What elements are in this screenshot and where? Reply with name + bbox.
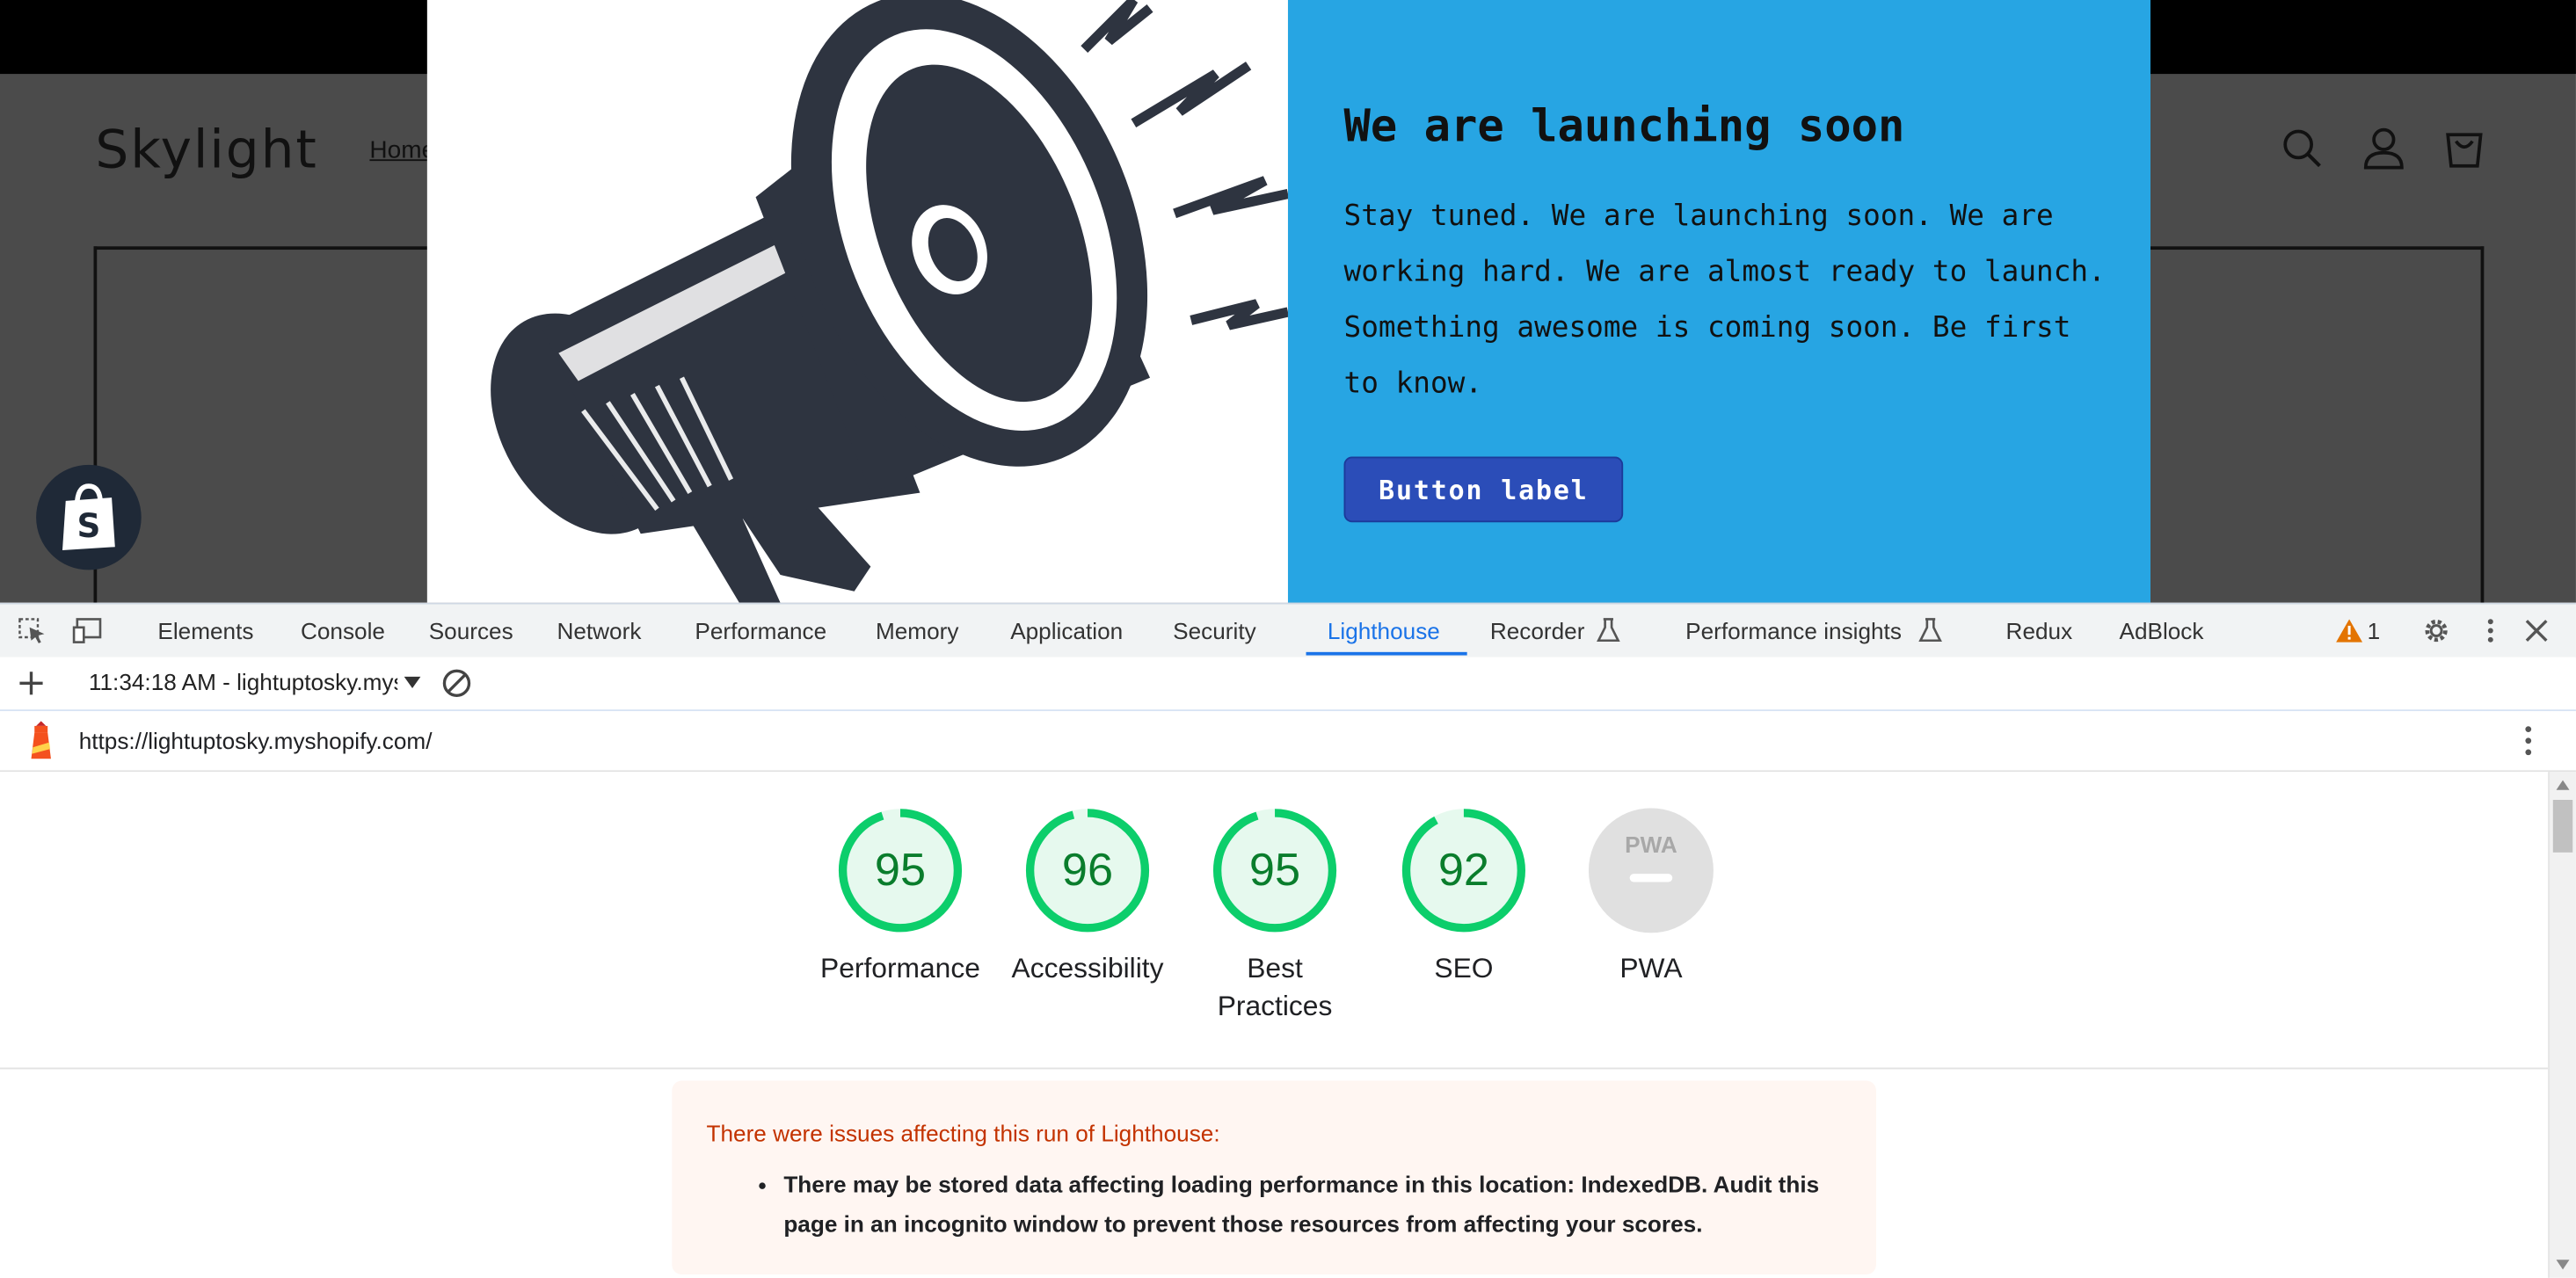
clear-icon[interactable] — [440, 667, 473, 700]
account-icon[interactable] — [2361, 125, 2406, 171]
gauge-label: PWA — [1619, 952, 1683, 984]
popup-cta-button[interactable]: Button label — [1343, 456, 1624, 523]
pwa-badge-text: PWA — [1625, 831, 1677, 858]
plus-icon[interactable] — [17, 670, 47, 696]
popup-text-panel: We are launching soon Stay tuned. We are… — [1287, 0, 2150, 603]
svg-text:S: S — [76, 506, 100, 545]
tab-sources[interactable]: Sources — [429, 605, 513, 657]
report-select[interactable]: 11:34:18 AM - lightuptosky.myshopify.com — [89, 669, 397, 699]
lighthouse-toolbar: 11:34:18 AM - lightuptosky.myshopify.com — [0, 657, 2576, 712]
gauge-best-practices[interactable]: 95 Best Practices — [1176, 808, 1373, 1025]
gauge-seo[interactable]: 92 SEO — [1365, 808, 1562, 987]
scroll-up-arrow-icon[interactable] — [2555, 779, 2572, 792]
score-value: 92 — [1437, 844, 1490, 896]
cart-icon[interactable] — [2441, 125, 2487, 171]
tab-security[interactable]: Security — [1173, 605, 1256, 657]
hero-frame-right — [2136, 246, 2485, 603]
shopify-bag-icon: S — [62, 483, 115, 550]
devtools-panel: Elements Console Sources Network Perform… — [0, 602, 2576, 1278]
gauge-label: Performance — [820, 952, 980, 984]
experiment-flask-icon — [1597, 618, 1620, 643]
gauge-pwa[interactable]: PWA PWA — [1553, 808, 1750, 987]
chevron-down-icon[interactable] — [403, 675, 422, 692]
megaphone-icon — [491, 0, 1288, 603]
nav-link-home[interactable]: Home — [369, 136, 435, 164]
score-ring: 95 — [1212, 808, 1337, 933]
gauge-label: Accessibility — [1011, 952, 1164, 984]
inspect-element-icon[interactable] — [18, 618, 48, 644]
report-scrollbar[interactable] — [2548, 772, 2576, 1278]
warning-count[interactable]: 1 — [2368, 605, 2381, 657]
tab-recorder[interactable]: Recorder — [1490, 605, 1585, 657]
more-options-icon[interactable] — [2514, 724, 2543, 757]
tab-adblock[interactable]: AdBlock — [2119, 605, 2203, 657]
close-icon[interactable] — [2521, 618, 2551, 644]
scrollbar-thumb[interactable] — [2552, 800, 2573, 853]
shopify-preview-badge[interactable]: S — [36, 464, 142, 570]
section-divider — [0, 1067, 2549, 1070]
score-value: 96 — [1061, 844, 1114, 896]
experiment-flask-icon — [1918, 618, 1942, 643]
runtime-warning-box: There were issues affecting this run of … — [672, 1080, 1876, 1275]
gauge-label: Best Practices — [1217, 952, 1333, 1022]
tab-network[interactable]: Network — [557, 605, 641, 657]
tab-application[interactable]: Application — [1010, 605, 1123, 657]
warning-icon[interactable] — [2334, 618, 2364, 644]
device-toolbar-icon[interactable] — [72, 618, 102, 644]
audited-url-bar: https://lightuptosky.myshopify.com/ — [0, 711, 2576, 773]
pwa-badge: PWA — [1588, 808, 1714, 933]
gauge-label: SEO — [1434, 952, 1494, 984]
warning-list: There may be stored data affecting loadi… — [749, 1150, 1852, 1244]
lighthouse-report: 95 Performance 96 Accessibility 95 Best Pract… — [0, 772, 2549, 1278]
audited-url: https://lightuptosky.myshopify.com/ — [78, 727, 433, 754]
score-value: 95 — [1248, 844, 1301, 896]
launch-popup: We are launching soon Stay tuned. We are… — [426, 0, 2150, 603]
store-logo[interactable]: Skylight — [95, 119, 317, 181]
popup-heading: We are launching soon — [1343, 101, 1905, 153]
tab-lighthouse[interactable]: Lighthouse — [1328, 605, 1440, 657]
tab-redux[interactable]: Redux — [2006, 605, 2073, 657]
score-ring: 95 — [838, 808, 963, 933]
devtools-tab-bar: Elements Console Sources Network Perform… — [0, 604, 2576, 659]
tab-performance[interactable]: Performance — [695, 605, 826, 657]
more-options-icon[interactable] — [2476, 618, 2506, 644]
tab-performance-insights[interactable]: Performance insights — [1685, 605, 1902, 657]
website-viewport: Skylight Home S We are launching soon St… — [0, 0, 2576, 603]
scroll-down-arrow-icon[interactable] — [2555, 1258, 2572, 1271]
popup-body-text: Stay tuned. We are launching soon. We ar… — [1343, 200, 2106, 401]
active-tab-indicator — [1306, 651, 1467, 656]
score-ring: 92 — [1401, 808, 1526, 933]
lighthouse-logo-icon — [31, 721, 51, 759]
warning-title: There were issues affecting this run of … — [706, 1120, 1220, 1147]
gauge-accessibility[interactable]: 96 Accessibility — [989, 808, 1186, 987]
score-ring: 96 — [1025, 808, 1150, 933]
settings-gear-icon[interactable] — [2421, 618, 2451, 644]
megaphone-image — [426, 0, 1288, 603]
tab-elements[interactable]: Elements — [157, 605, 253, 657]
score-value: 95 — [874, 844, 927, 896]
tab-memory[interactable]: Memory — [876, 605, 958, 657]
hero-frame-left — [93, 246, 442, 603]
search-icon[interactable] — [2279, 125, 2325, 171]
warning-item: There may be stored data affecting loadi… — [783, 1150, 1852, 1244]
gauge-performance[interactable]: 95 Performance — [802, 808, 999, 987]
tab-console[interactable]: Console — [301, 605, 385, 657]
